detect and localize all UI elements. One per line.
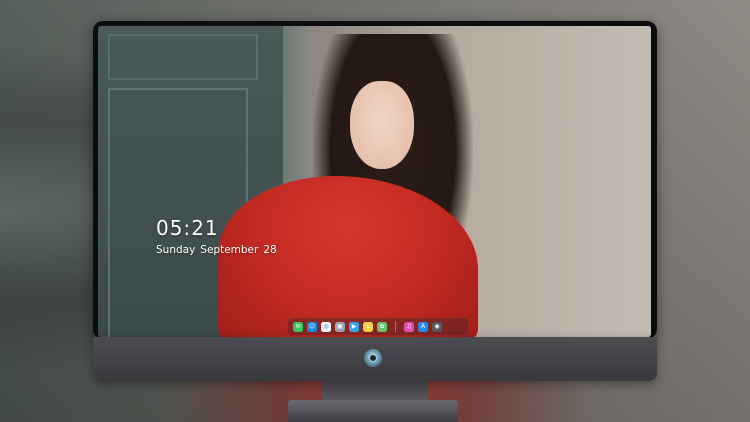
- app-store-icon[interactable]: A: [418, 321, 428, 332]
- door-top-panel: [108, 34, 258, 80]
- dock-separator: [395, 321, 396, 332]
- camera-icon[interactable]: ◉: [432, 321, 442, 332]
- date-day: 28: [263, 244, 277, 256]
- messages-icon[interactable]: ✉: [293, 321, 303, 332]
- itunes-icon[interactable]: ♫: [404, 321, 414, 332]
- finder-icon[interactable]: ☺: [307, 321, 317, 332]
- preview-icon[interactable]: ▣: [335, 321, 345, 332]
- date-weekday: Sunday: [156, 244, 196, 256]
- wallpaper-subject-face: [350, 81, 414, 169]
- monitor-logo-icon: [364, 349, 382, 367]
- final-cut-icon[interactable]: ▶: [349, 321, 359, 332]
- monitor-bezel: 05:21 Sunday September 28 ✉ ☺ ◎ ▣ ▶ ≡ ✿ ♫ A ◉: [93, 21, 657, 339]
- lockscreen-clock: 05:21: [156, 216, 219, 240]
- monitor: 05:21 Sunday September 28 ✉ ☺ ◎ ▣ ▶ ≡ ✿ ♫ A ◉: [93, 21, 657, 381]
- logo-center: [369, 354, 377, 362]
- date-month: September: [200, 244, 259, 256]
- monitor-chin: [93, 337, 657, 381]
- safari-icon[interactable]: ◎: [321, 321, 331, 332]
- notes-icon[interactable]: ≡: [363, 321, 373, 332]
- lockscreen-date: Sunday September 28: [156, 244, 282, 256]
- monitor-stand-base: [288, 400, 458, 422]
- dock: ✉ ☺ ◎ ▣ ▶ ≡ ✿ ♫ A ◉: [288, 318, 468, 335]
- lock-screen[interactable]: 05:21 Sunday September 28 ✉ ☺ ◎ ▣ ▶ ≡ ✿ ♫ A ◉: [98, 26, 651, 337]
- photos-icon[interactable]: ✿: [377, 321, 387, 332]
